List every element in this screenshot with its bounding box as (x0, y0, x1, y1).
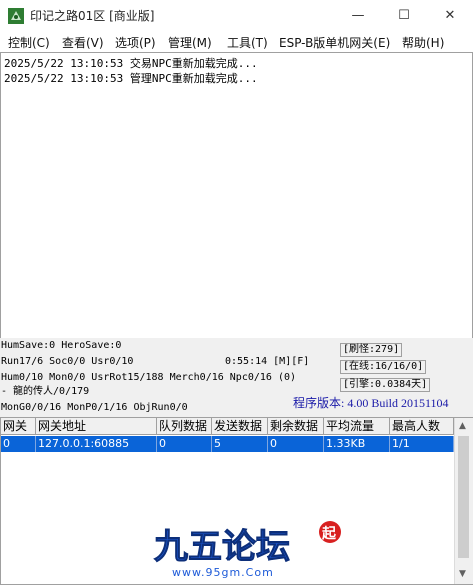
menu-options[interactable]: 选项(P) (115, 34, 156, 51)
log-line: 2025/5/22 13:10:53 管理NPC重新加载完成... (4, 72, 258, 85)
watermark-logo: 九五论坛 起 www.95gm.Com (154, 521, 341, 579)
run-status: Run17/6 Soc0/0 Usr0/10 (1, 356, 134, 367)
log-panel[interactable]: 2025/5/22 13:10:53 交易NPC重新加载完成... 2025/5… (0, 52, 473, 339)
engine-status: [引擎:0.0384天] (340, 378, 431, 392)
version-label: 程序版本: 4.00 Build 20151104 (293, 396, 449, 410)
menu-control[interactable]: 控制(C) (8, 34, 50, 51)
refresh-monster-status: [刷怪:279] (340, 343, 403, 357)
menu-tools[interactable]: 工具(T) (227, 34, 268, 51)
cell-remaining-data: 0 (268, 436, 324, 452)
svg-text:起: 起 (321, 525, 337, 542)
cell-max-users: 1/1 (390, 436, 454, 452)
hum-save-status: HumSave:0 HeroSave:0 (1, 340, 122, 351)
menu-help[interactable]: 帮助(H) (402, 34, 444, 51)
uptime-status: 0:55:14 [M][F] (225, 356, 310, 367)
col-remaining-data[interactable]: 剩余数据 (268, 418, 324, 435)
log-line: 2025/5/22 13:10:53 交易NPC重新加载完成... (4, 57, 258, 70)
table-row[interactable]: 0 127.0.0.1:60885 0 5 0 1.33KB 1/1 (1, 436, 454, 452)
mong-status: MonG0/0/16 MonP0/1/16 ObjRun0/0 (1, 402, 188, 413)
col-gateway-address[interactable]: 网关地址 (36, 418, 157, 435)
cell-queue-data: 0 (157, 436, 212, 452)
heir-status: - 龍的传人/0/179 (1, 386, 90, 397)
menu-bar: 控制(C) 查看(V) 选项(P) 管理(M) 工具(T) ESP-B版单机网关… (0, 31, 473, 53)
cell-gateway: 0 (1, 436, 36, 452)
menu-view[interactable]: 查看(V) (62, 34, 104, 51)
col-max-users[interactable]: 最高人数 (390, 418, 454, 435)
cell-avg-traffic: 1.33KB (324, 436, 390, 452)
table-scrollbar[interactable]: ▲ ▼ (454, 418, 473, 584)
window-title: 印记之路01区 [商业版] (30, 9, 155, 23)
col-gateway[interactable]: 网关 (1, 418, 36, 435)
svg-text:九五论坛: 九五论坛 (154, 527, 290, 567)
menu-esp-gateway[interactable]: ESP-B版单机网关(E) (279, 34, 390, 51)
cell-gateway-address: 127.0.0.1:60885 (36, 436, 157, 452)
cell-send-data: 5 (212, 436, 268, 452)
col-send-data[interactable]: 发送数据 (212, 418, 268, 435)
title-bar: 印记之路01区 [商业版] — ☐ ✕ (0, 0, 473, 31)
app-icon (8, 8, 24, 24)
scroll-up-icon[interactable]: ▲ (459, 421, 466, 431)
svg-text:www.95gm.Com: www.95gm.Com (172, 566, 274, 579)
hum-status: Hum0/10 Mon0/0 UsrRot15/188 Merch0/16 Np… (1, 372, 297, 383)
col-queue-data[interactable]: 队列数据 (157, 418, 212, 435)
status-panel: HumSave:0 HeroSave:0 Run17/6 Soc0/0 Usr0… (0, 338, 473, 417)
scroll-thumb[interactable] (458, 436, 469, 558)
online-status: [在线:16/16/0] (340, 360, 427, 374)
scroll-down-icon[interactable]: ▼ (459, 569, 466, 579)
maximize-button[interactable]: ☐ (381, 0, 427, 31)
minimize-button[interactable]: — (335, 0, 381, 31)
menu-manage[interactable]: 管理(M) (168, 34, 212, 51)
col-avg-traffic[interactable]: 平均流量 (324, 418, 390, 435)
close-button[interactable]: ✕ (427, 0, 473, 31)
